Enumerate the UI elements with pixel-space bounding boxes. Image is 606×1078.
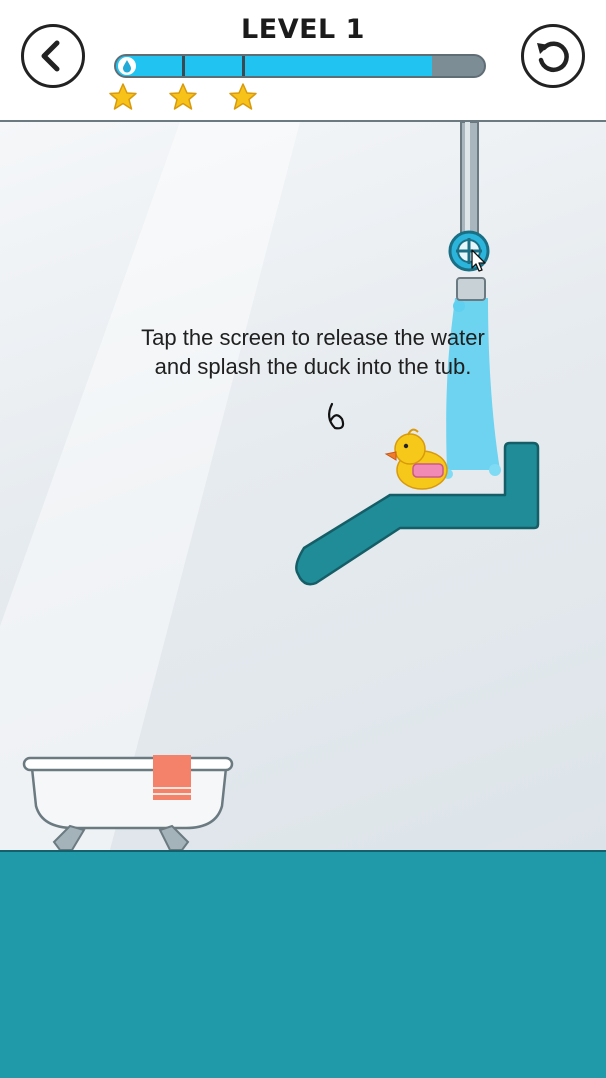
light-ray (0, 122, 300, 850)
swirl-scribble (328, 402, 345, 430)
water-droplet (453, 300, 465, 312)
progress-tick (182, 56, 185, 76)
level-title: LEVEL 1 (241, 14, 365, 45)
progress-tick (242, 56, 245, 76)
star-icon (109, 83, 137, 110)
water-progress-bar (114, 54, 486, 78)
rubber-duck (384, 428, 448, 490)
instruction-line: and splash the duck into the tub. (154, 354, 472, 379)
floor (0, 850, 606, 1078)
valve-wheel-icon[interactable] (448, 230, 490, 272)
game-scene[interactable]: Tap the screen to release the water and … (0, 122, 606, 850)
pipe-highlight (465, 122, 470, 247)
instruction-line: Tap the screen to release the water (141, 325, 485, 350)
restart-button[interactable] (521, 24, 585, 88)
scene-drawing (0, 122, 540, 850)
water-droplet (489, 464, 501, 476)
progress-fill (116, 56, 433, 76)
restart-icon (537, 41, 569, 72)
star-icon (169, 83, 197, 110)
star-icon (229, 83, 257, 110)
water-drop-icon (118, 57, 136, 75)
top-bar: LEVEL 1 (0, 0, 606, 122)
nozzle (456, 277, 486, 301)
instruction-text: Tap the screen to release the water and … (0, 323, 606, 381)
